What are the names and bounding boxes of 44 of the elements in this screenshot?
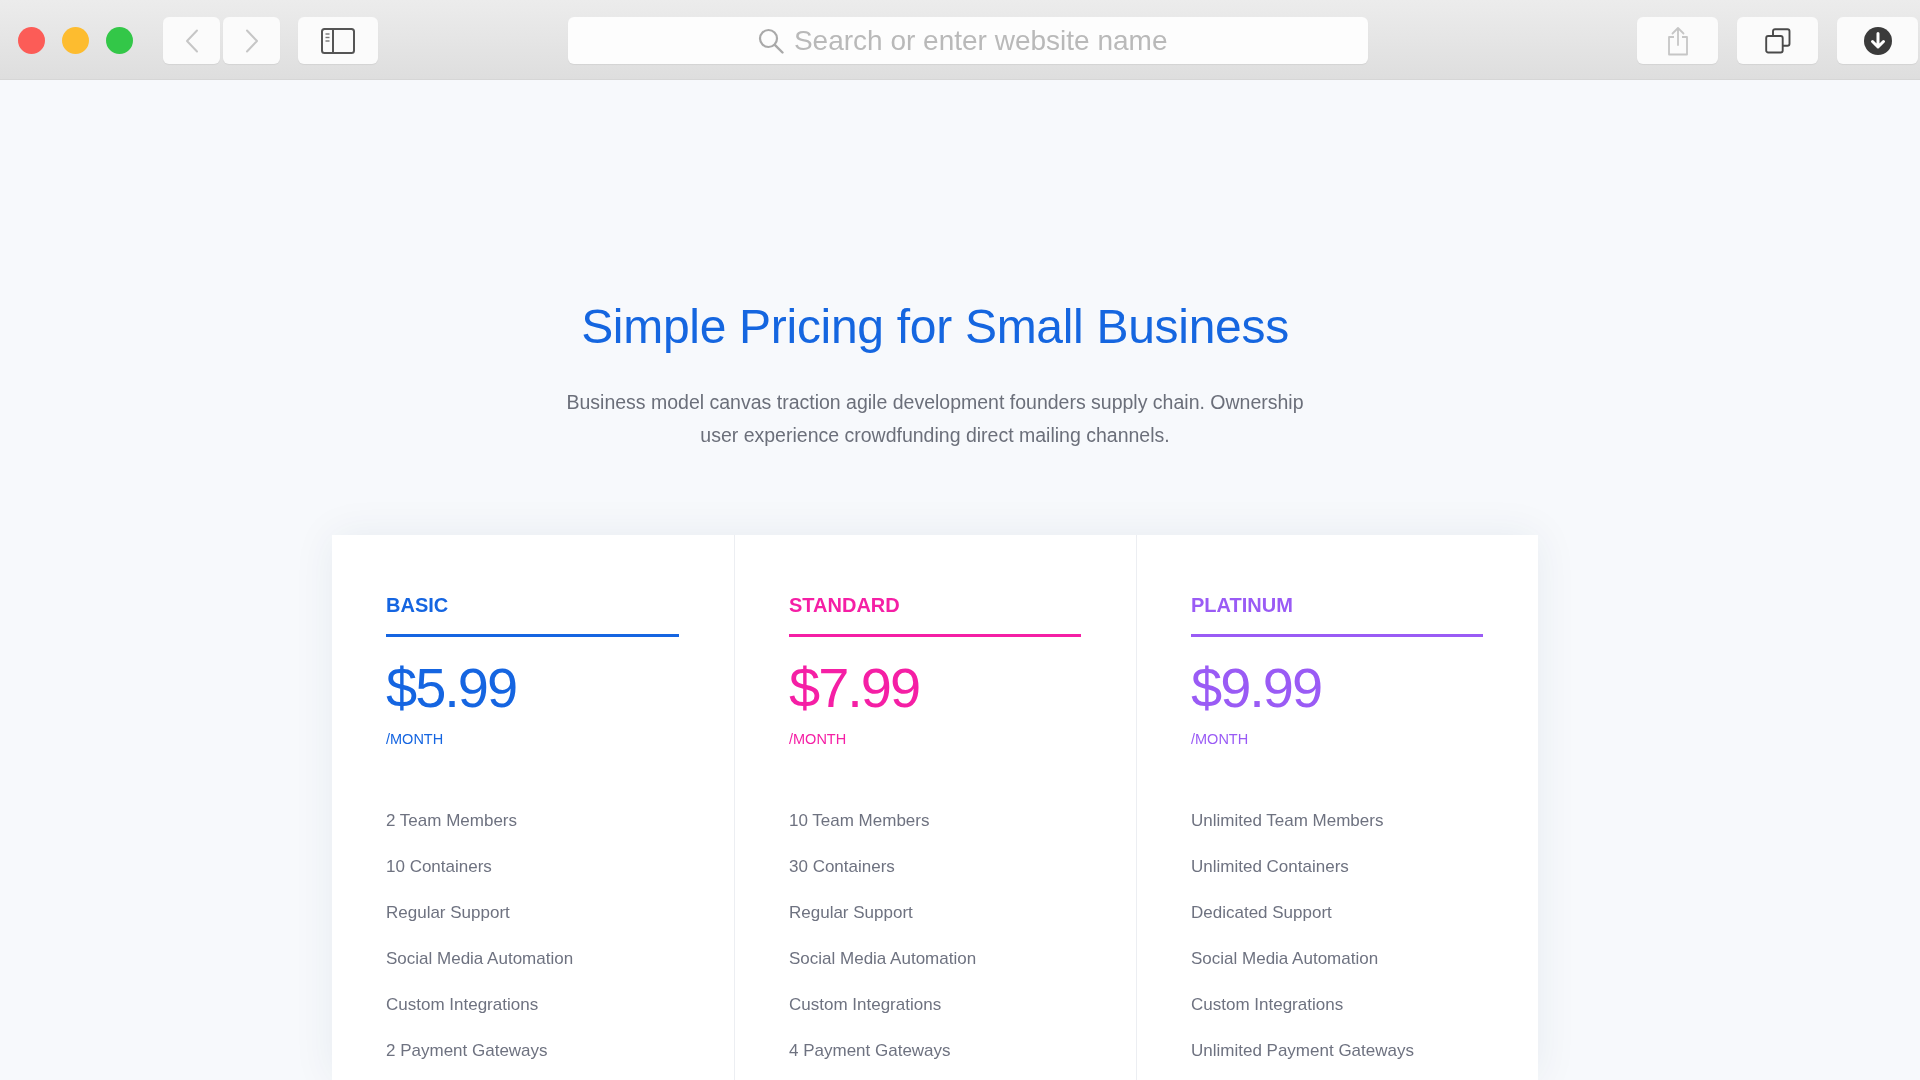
feature-item: 4 Payment Gateways [789, 1040, 951, 1062]
feature-item: Social Media Automation [1191, 948, 1379, 970]
share-icon [1665, 25, 1690, 56]
feature-item: 10 Team Members [789, 810, 930, 832]
feature-item: 10 Containers [386, 856, 492, 878]
feature-item: Custom Integrations [386, 994, 539, 1016]
price-period: /MONTH [789, 731, 847, 747]
close-button[interactable] [18, 27, 45, 54]
zoom-button[interactable] [106, 27, 133, 54]
minimize-button[interactable] [62, 27, 89, 54]
page-subtitle: Business model canvas traction agile development founders supply chain. Ownership user experience crowdfunding direct mailing channels. [565, 390, 1305, 448]
feature-item: Custom Integrations [789, 994, 942, 1016]
feature-item: Regular Support [789, 902, 913, 924]
plan-name: PLATINUM [1191, 594, 1293, 616]
address-bar[interactable]: Search or enter website name [568, 17, 1368, 64]
tabs-button[interactable] [1737, 17, 1818, 64]
sidebar-button[interactable] [298, 17, 378, 64]
chevron-left-icon [184, 28, 199, 53]
chevron-right-icon [244, 28, 259, 53]
feature-item: Unlimited Containers [1191, 856, 1349, 878]
feature-item: 30 Containers [789, 856, 895, 878]
feature-item: Social Media Automation [386, 948, 574, 970]
plan-price: $7.99 [789, 655, 920, 721]
search-field[interactable]: Search or enter website name [793, 24, 1179, 57]
price-period: /MONTH [386, 731, 444, 747]
price-period: /MONTH [1191, 731, 1249, 747]
tabs-icon [1764, 27, 1791, 54]
feature-item: 2 Payment Gateways [386, 1040, 548, 1062]
download-icon [1863, 26, 1892, 55]
plan-price: $5.99 [386, 655, 517, 721]
feature-item: 2 Team Members [386, 810, 517, 832]
feature-item: Unlimited Payment Gateways [1191, 1040, 1414, 1062]
search-icon [757, 27, 784, 54]
sidebar-icon [321, 27, 355, 54]
feature-item: Custom Integrations [1191, 994, 1344, 1016]
plan-name: STANDARD [789, 594, 900, 616]
feature-item: Dedicated Support [1191, 902, 1332, 924]
plan-name: BASIC [386, 594, 449, 616]
feature-item: Unlimited Team Members [1191, 810, 1384, 832]
plan-price: $9.99 [1191, 655, 1322, 721]
feature-item: Social Media Automation [789, 948, 977, 970]
download-button[interactable] [1837, 17, 1918, 64]
page-title: Simple Pricing for Small Business [581, 299, 1289, 355]
feature-item: Regular Support [386, 902, 510, 924]
